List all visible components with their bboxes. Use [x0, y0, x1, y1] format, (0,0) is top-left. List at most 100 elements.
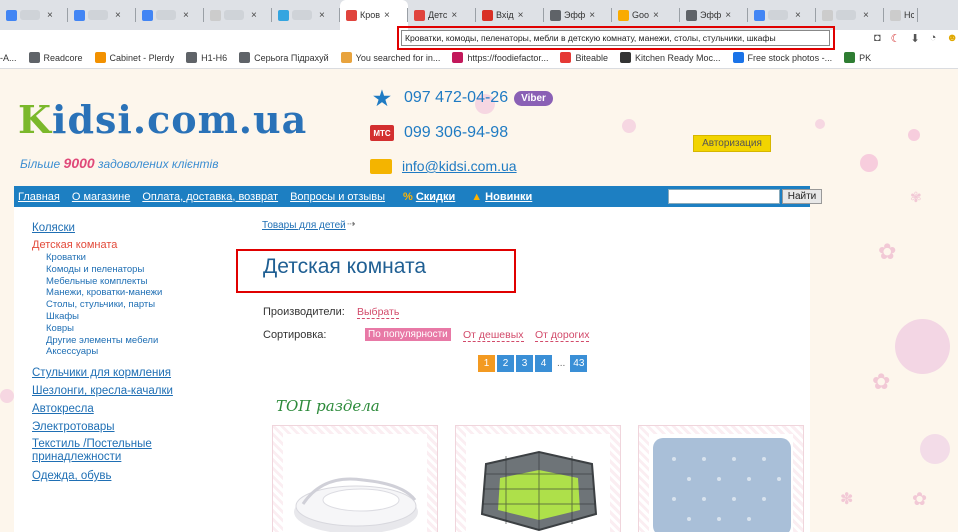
search-input[interactable] [668, 189, 780, 204]
search-button[interactable]: Найти [782, 189, 822, 204]
close-icon[interactable]: × [451, 10, 457, 21]
bookmark-item[interactable]: Kitchen Ready Moc... [619, 52, 721, 63]
browser-tab[interactable]: × [272, 0, 340, 30]
close-icon[interactable]: × [319, 10, 325, 21]
product-card[interactable] [638, 425, 804, 532]
extension-icon[interactable]: ◔ [930, 32, 937, 45]
close-icon[interactable]: × [725, 10, 731, 21]
sidebar-subitem[interactable]: Аксессуары [32, 346, 232, 358]
bookmark-item[interactable]: -А... [0, 53, 17, 63]
viber-badge[interactable]: Viber [514, 90, 553, 106]
bookmark-item[interactable]: Free stock photos -... [732, 52, 832, 63]
browser-tab[interactable]: × [68, 0, 136, 30]
close-icon[interactable]: × [653, 10, 659, 21]
sidebar-subitem[interactable]: Кроватки [32, 252, 232, 264]
sort-cheap[interactable]: От дешевых [463, 329, 524, 342]
blank-icon [210, 9, 221, 21]
sidebar-subitem[interactable]: Другие элементы мебели [32, 335, 232, 347]
phone-number[interactable]: 099 306-94-98 [404, 124, 508, 142]
toolbar-icons: ◘ ☾ ⬇ ◔ ☻ [874, 32, 958, 45]
browser-tab[interactable]: × [204, 0, 272, 30]
bookmark-item[interactable]: PK [844, 52, 871, 63]
browser-tab[interactable]: × [0, 0, 68, 30]
close-icon[interactable]: × [47, 10, 53, 21]
close-icon[interactable]: × [863, 10, 869, 21]
nav-discounts[interactable]: % Скидки [403, 191, 455, 203]
bookmark-item[interactable]: You searched for in... [340, 52, 440, 63]
close-icon[interactable]: × [384, 10, 390, 21]
product-card[interactable] [272, 425, 438, 532]
sidebar-item[interactable]: Текстиль /Постельные принадлежности [32, 436, 172, 467]
browser-tab[interactable]: × [136, 0, 204, 30]
producers-select-link[interactable]: Выбрать [357, 306, 400, 319]
docs-icon [142, 9, 153, 21]
decor-flower-icon: ✽ [840, 491, 854, 508]
page-4[interactable]: 4 [535, 355, 552, 372]
nav-home[interactable]: Главная [18, 191, 60, 203]
close-icon[interactable]: × [115, 10, 121, 21]
blank-icon [890, 9, 901, 21]
sidebar-subitem[interactable]: Мебельные комплекты [32, 276, 232, 288]
close-icon[interactable]: × [795, 10, 801, 21]
sidebar-item[interactable]: Электротовары [32, 418, 232, 436]
bookmark-label: https://foodiefactor... [467, 52, 549, 63]
sidebar-subitem[interactable]: Комоды и пеленаторы [32, 264, 232, 276]
decor-bubble [622, 119, 636, 133]
page-last[interactable]: 43 [570, 355, 588, 372]
site-logo[interactable]: Kidsi.com.ua [18, 97, 307, 142]
sidebar-subitem[interactable]: Манежи, кроватки-манежи [32, 287, 232, 299]
decor-flower-icon: ✿ [912, 489, 928, 509]
tab-title: Эфф [564, 10, 586, 20]
bookmark-label: Kitchen Ready Moc... [634, 52, 721, 63]
bookmark-item[interactable]: Readcore [28, 52, 83, 63]
download-icon[interactable]: ⬇ [911, 32, 920, 45]
tab-title-redacted [156, 10, 176, 20]
bookmark-item[interactable]: Cabinet - Plerdy [94, 52, 174, 63]
nav-payment-delivery[interactable]: Оплата, доставка, возврат [142, 191, 278, 203]
contact-phone-mts: МТС 099 306-94-98 [370, 124, 508, 142]
mc-icon [619, 52, 631, 63]
sidebar-item[interactable]: Шезлонги, кресла-качалки [32, 382, 232, 400]
nav-about[interactable]: О магазине [72, 191, 130, 203]
sidebar-item[interactable]: Стульчики для кормления [32, 364, 232, 382]
product-card[interactable] [455, 425, 621, 532]
bookmark-item[interactable]: Серьога Підрахуй [239, 52, 329, 63]
page-1[interactable]: 1 [478, 355, 495, 372]
web-page: ✿ ✿ ✾ ✿ ✽ Kidsi.com.ua Більше 9000 задов… [0, 69, 958, 532]
sort-expensive[interactable]: От дорогих [535, 329, 590, 342]
camera-icon[interactable]: ◘ [874, 32, 881, 45]
plerdy-icon [94, 52, 106, 63]
breadcrumb[interactable]: Товары для детей [262, 220, 346, 231]
close-icon[interactable]: × [183, 10, 189, 21]
page-2[interactable]: 2 [497, 355, 514, 372]
sidebar-subitem[interactable]: Шкафы [32, 311, 232, 323]
sidebar-subitem[interactable]: Столы, стульчики, парты [32, 299, 232, 311]
phone-number[interactable]: 097 472-04-26 [404, 89, 508, 107]
close-icon[interactable]: × [589, 10, 595, 21]
bookmark-item[interactable]: https://foodiefactor... [452, 52, 548, 63]
page-3[interactable]: 3 [516, 355, 533, 372]
nav-new-items[interactable]: ▲ Новинки [471, 191, 532, 203]
login-button[interactable]: Авторизация [693, 135, 771, 152]
sort-popular[interactable]: По популярности [365, 328, 451, 341]
sidebar-item-kids-room[interactable]: Детская комната [32, 239, 232, 252]
browser-tab[interactable]: Нс [884, 0, 918, 30]
decor-bubble [0, 389, 14, 403]
bookmark-label: -А... [0, 52, 17, 63]
nav-faq-reviews[interactable]: Вопросы и отзывы [290, 191, 385, 203]
contact-phone-kyivstar: ★ 097 472-04-26 Viber [370, 88, 553, 110]
sidebar-item-strollers[interactable]: Коляски [32, 219, 232, 237]
sidebar-item[interactable]: Автокресла [32, 400, 232, 418]
sidebar-item[interactable]: Одежда, обувь [32, 467, 232, 485]
moon-icon[interactable]: ☾ [891, 32, 901, 45]
close-icon[interactable]: × [251, 10, 257, 21]
sidebar-subitem[interactable]: Ковры [32, 323, 232, 335]
email-link[interactable]: info@kidsi.com.ua [402, 158, 517, 174]
profile-icon[interactable]: ☻ [946, 32, 958, 45]
bookmark-item[interactable]: Biteable [560, 52, 608, 63]
docs-icon [74, 9, 85, 21]
tab-title: Goo [632, 10, 650, 20]
main-nav: Главная О магазине Оплата, доставка, воз… [14, 186, 822, 207]
close-icon[interactable]: × [518, 10, 524, 21]
bookmark-item[interactable]: H1-H6 [186, 52, 227, 63]
